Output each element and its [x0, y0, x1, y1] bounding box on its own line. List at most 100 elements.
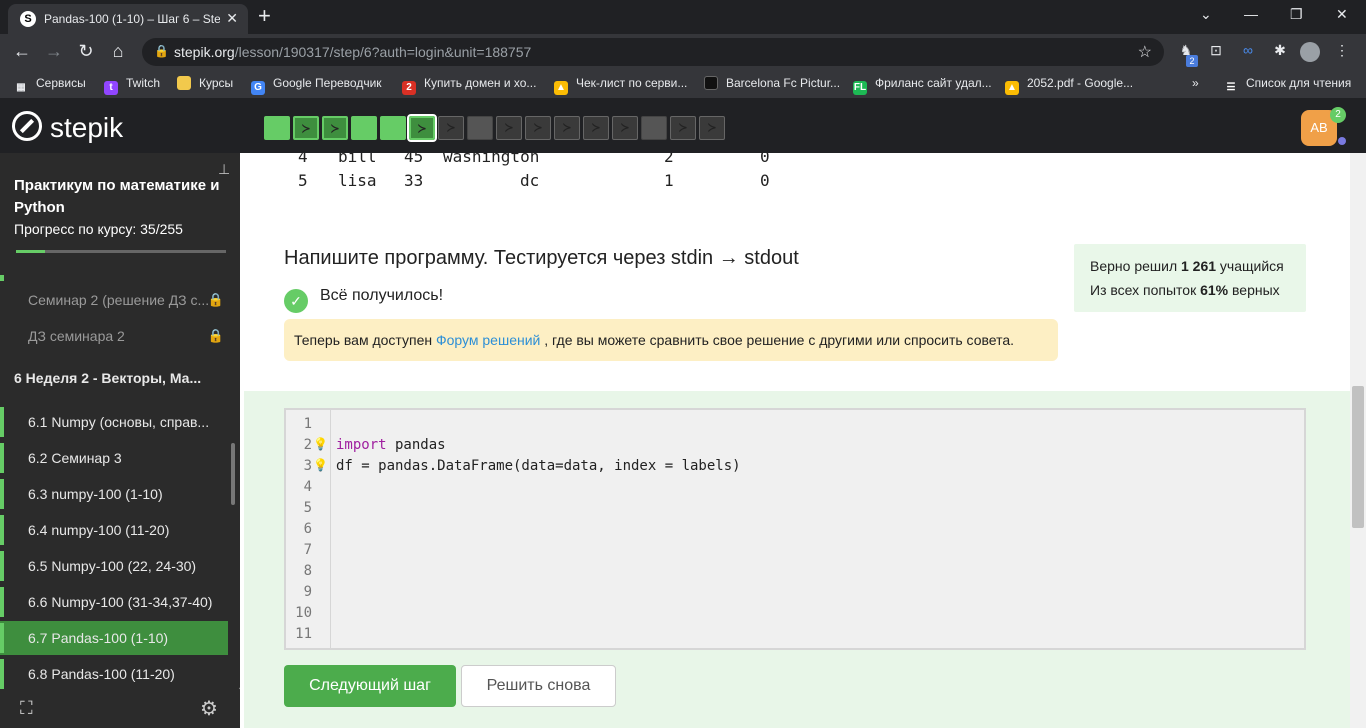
page-scrollbar[interactable] [1350, 153, 1366, 728]
success-message: ✓ Всё получилось! [284, 287, 443, 313]
next-step-button[interactable]: Следующий шаг [284, 665, 456, 707]
bookmark-item[interactable]: ▦ Сервисы [14, 76, 85, 95]
new-tab-button[interactable]: + [258, 4, 271, 28]
translate-icon: G [251, 81, 265, 95]
code-line[interactable]: import pandas [336, 437, 446, 453]
solve-again-button[interactable]: Решить снова [461, 665, 616, 707]
step-10-button[interactable]: ≻ [525, 116, 551, 140]
terminal-icon: ≻ [330, 121, 340, 137]
sidebar-item-label: 6.7 Pandas-100 (1-10) [28, 630, 169, 646]
lightbulb-icon[interactable]: 💡 [313, 437, 328, 451]
code-editor[interactable]: 1 2 💡 3 💡 4 5 6 7 8 9 10 11 import pandas df = pandas… [284, 408, 1306, 650]
sidebar-lesson-item[interactable]: 6.8 Pandas-100 (11-20) [0, 657, 228, 691]
back-button[interactable]: ← [10, 41, 34, 62]
step-15-button[interactable]: ≻ [670, 116, 696, 140]
sidebar-item-label: Семинар 2 (решение ДЗ с... [28, 292, 210, 308]
bookmark-item[interactable]: Курсы [177, 76, 233, 90]
settings-gear-icon[interactable]: ⚙ [200, 696, 218, 721]
extensions-puzzle-icon[interactable]: ✱ [1270, 42, 1290, 62]
bookmark-item[interactable]: FL Фриланс сайт удал... [853, 76, 992, 95]
sidebar-lesson-item[interactable]: 6.1 Numpy (основы, справ... [0, 405, 228, 439]
sidebar-item-label: 6 Неделя 2 - Векторы, Ма... [14, 370, 202, 386]
terminal-icon: ≻ [446, 120, 456, 136]
home-button[interactable]: ⌂ [106, 41, 130, 62]
module-item[interactable]: 6 Неделя 2 - Векторы, Ма... [0, 361, 228, 395]
line-number: 3 [303, 458, 312, 474]
step-3-button[interactable]: ≻ [322, 116, 348, 140]
bookmarks-bar: ▦ Сервисы t Twitch Курсы G Google Переводчи… [0, 70, 1366, 99]
lesson-progress-marker [0, 515, 4, 545]
reload-button[interactable]: ↻ [74, 41, 98, 62]
lesson-progress-marker [0, 623, 4, 653]
browser-tab[interactable]: S Pandas-100 (1-10) – Шаг 6 – Step ✕ [8, 4, 248, 34]
task-title: Напишите программу. Тестируется через st… [284, 247, 799, 269]
forum-link[interactable]: Форум решений [436, 332, 540, 348]
step-5-button[interactable] [380, 116, 406, 140]
pin-icon[interactable]: ⊥ [218, 161, 230, 178]
stepik-logo-icon [12, 111, 42, 141]
sidebar-item-label: 6.8 Pandas-100 (11-20) [28, 666, 175, 682]
fullscreen-icon[interactable]: ⛶ [20, 698, 33, 719]
reading-list-button[interactable]: ☰ Список для чтения [1224, 76, 1352, 95]
lock-icon[interactable]: 🔒 [154, 44, 169, 58]
step-9-button[interactable]: ≻ [496, 116, 522, 140]
stepik-logo[interactable]: stepik [12, 111, 123, 144]
step-14-button[interactable] [641, 116, 667, 140]
sidebar-lesson-item[interactable]: 6.5 Numpy-100 (22, 24-30) [0, 549, 228, 583]
bookmark-star-icon[interactable]: ☆ [1138, 42, 1152, 62]
step-13-button[interactable]: ≻ [612, 116, 638, 140]
step-7-button[interactable]: ≻ [438, 116, 464, 140]
tab-close-icon[interactable]: ✕ [226, 10, 238, 27]
bookmark-item[interactable]: Barcelona Fc Pictur... [704, 76, 840, 90]
line-number: 10 [295, 605, 312, 621]
line-number: 11 [295, 626, 312, 642]
tab-search-icon[interactable]: ⌄ [1200, 6, 1212, 23]
tab-title: Pandas-100 (1-10) – Шаг 6 – Step [44, 12, 220, 26]
terminal-icon: ≻ [678, 120, 688, 136]
module-marker [0, 275, 4, 281]
browser-menu-icon[interactable]: ⋮ [1332, 42, 1352, 62]
sidebar-scrollbar[interactable] [231, 443, 235, 505]
step-16-button[interactable]: ≻ [699, 116, 725, 140]
step-1-button[interactable] [264, 116, 290, 140]
sidebar-lesson-item[interactable]: 6.3 numpy-100 (1-10) [0, 477, 228, 511]
url-text: stepik.org/lesson/190317/step/6?auth=log… [174, 44, 532, 60]
sidebar-lesson-item[interactable]: 6.2 Семинар 3 [0, 441, 228, 475]
extension-lock-icon[interactable]: ⊡ [1206, 42, 1226, 62]
terminal-icon: ≻ [417, 121, 427, 137]
step-11-button[interactable]: ≻ [554, 116, 580, 140]
check-circle-icon: ✓ [284, 289, 308, 313]
sidebar-lesson-item[interactable]: 6.7 Pandas-100 (1-10) [0, 621, 228, 655]
address-bar[interactable]: 🔒 stepik.org/lesson/190317/step/6?auth=l… [142, 38, 1164, 66]
bookmark-item[interactable]: ▲ Чек-лист по серви... [554, 76, 687, 95]
sidebar-lesson-item[interactable]: 6.4 numpy-100 (11-20) [0, 513, 228, 547]
sidebar-item-label: 6.2 Семинар 3 [28, 450, 122, 466]
lesson-progress-marker [0, 587, 4, 617]
step-12-button[interactable]: ≻ [583, 116, 609, 140]
bookmark-item[interactable]: ▲ 2052.pdf - Google... [1005, 76, 1133, 95]
sidebar-lesson-item[interactable]: ДЗ семинара 2 🔒 [0, 319, 228, 353]
step-8-button[interactable] [467, 116, 493, 140]
line-number: 1 [303, 416, 312, 432]
lightbulb-icon[interactable]: 💡 [313, 458, 328, 472]
restore-button[interactable]: ❐ [1290, 6, 1303, 23]
folder-icon [177, 76, 191, 90]
sidebar-lesson-item[interactable]: Семинар 2 (решение ДЗ с... 🔒 [0, 283, 228, 317]
bookmark-item[interactable]: 2 Купить домен и хо... [402, 76, 536, 95]
step-6-button[interactable]: ≻ [407, 114, 437, 142]
profile-avatar[interactable] [1300, 42, 1320, 62]
close-window-button[interactable]: ✕ [1336, 6, 1348, 23]
extension-infinity-icon[interactable]: ∞ [1238, 42, 1258, 62]
forward-button[interactable]: → [42, 41, 66, 62]
step-4-button[interactable] [351, 116, 377, 140]
minimize-button[interactable]: — [1244, 6, 1258, 22]
bookmark-item[interactable]: t Twitch [104, 76, 160, 95]
lock-icon: 🔒 [207, 292, 224, 307]
bookmarks-overflow-icon[interactable]: » [1192, 76, 1199, 90]
bookmark-item[interactable]: G Google Переводчик [251, 76, 382, 95]
sidebar-lesson-item[interactable]: 6.6 Numpy-100 (31-34,37-40) [0, 585, 228, 619]
scrollbar-thumb[interactable] [1352, 386, 1364, 528]
course-title[interactable]: Практикум по математике и Python [14, 175, 224, 219]
code-line[interactable]: df = pandas.DataFrame(data=data, index =… [336, 458, 741, 474]
step-2-button[interactable]: ≻ [293, 116, 319, 140]
